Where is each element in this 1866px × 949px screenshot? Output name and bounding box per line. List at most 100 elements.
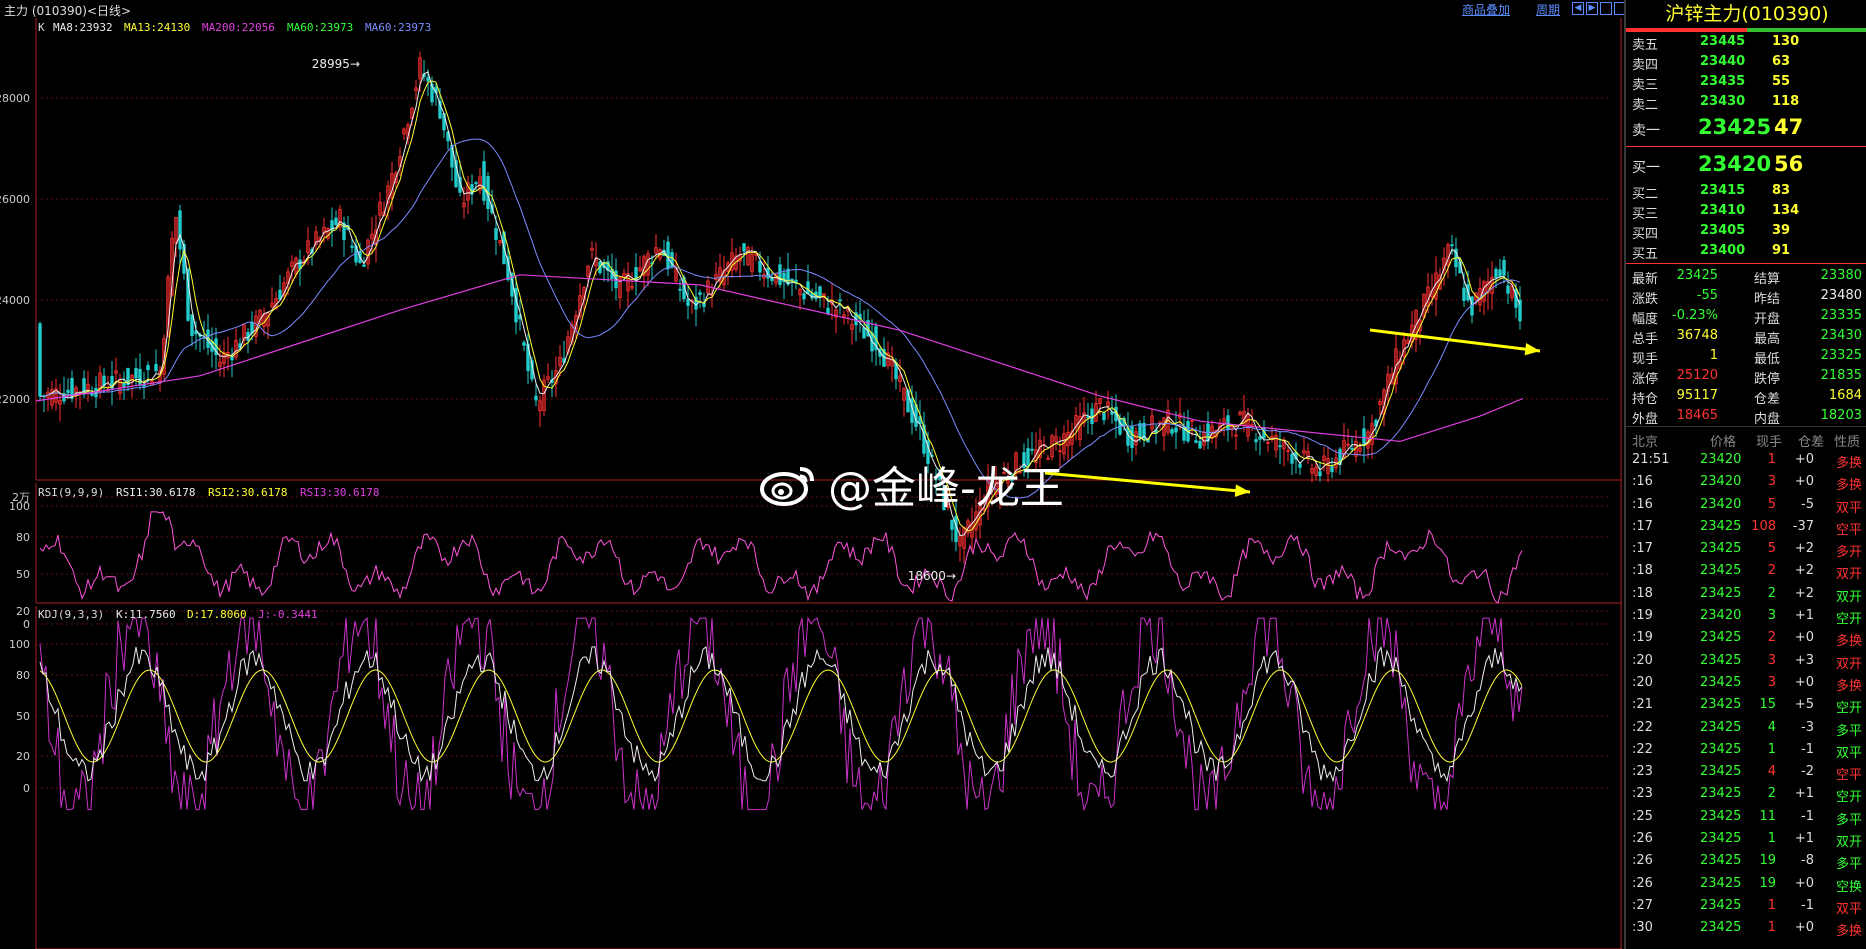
ask-level-label: 卖五 [1632, 38, 1659, 53]
ask-price: 23435 [1700, 74, 1746, 89]
tick-row[interactable]: :26 23425 19 +0 空换 [1626, 873, 1866, 895]
watermark-text: @金峰-龙王 [828, 463, 1064, 514]
candle-body [742, 243, 746, 252]
tick-row[interactable]: :27 23425 1 -1 双平 [1626, 895, 1866, 917]
kdj-j-line [39, 616, 1523, 812]
kdj-legend-item: KDJ(9,3,3) [38, 608, 104, 621]
tick-time: :30 [1632, 920, 1653, 936]
tick-time: :17 [1632, 518, 1653, 534]
period-link[interactable]: 周期 [1536, 1, 1560, 18]
trend-arrow-lower [1044, 471, 1251, 494]
candle-body [698, 292, 702, 295]
stat-label: 最新 [1632, 272, 1659, 287]
minimize-icon[interactable] [1600, 2, 1612, 15]
tick-row[interactable]: :22 23425 4 -3 多平 [1626, 717, 1866, 739]
tick-row[interactable]: :21 23425 15 +5 空开 [1626, 694, 1866, 716]
kdj-pane [39, 616, 1523, 812]
tick-row[interactable]: :16 23420 5 -5 双平 [1626, 494, 1866, 516]
candle-body [122, 383, 126, 388]
stat-value: 23425 [1676, 268, 1718, 283]
overlay-commodity-link[interactable]: 商品叠加 [1462, 1, 1510, 18]
tick-volume: 1 [1767, 920, 1776, 936]
tick-row[interactable]: :26 23425 1 +1 双开 [1626, 828, 1866, 850]
tick-volume: 2 [1767, 563, 1776, 579]
tick-type: 双平 [1836, 500, 1863, 516]
candle-body [1498, 269, 1502, 277]
tick-type: 空平 [1836, 522, 1863, 538]
bid-level-label: 买二 [1632, 187, 1659, 202]
tick-type: 多开 [1836, 545, 1863, 561]
tick-time: :20 [1632, 652, 1653, 668]
tick-row[interactable]: :19 23425 2 +0 多换 [1626, 627, 1866, 649]
tick-oi-change: -8 [1801, 853, 1814, 869]
tick-time: :26 [1632, 853, 1653, 869]
candle-body [66, 389, 70, 394]
tick-row[interactable]: :17 23425 5 +2 多开 [1626, 538, 1866, 560]
tick-row[interactable]: :22 23425 1 -1 双平 [1626, 739, 1866, 761]
tick-row[interactable]: 21:51 23420 1 +0 多换 [1626, 449, 1866, 471]
tick-row[interactable]: :25 23425 11 -1 多平 [1626, 806, 1866, 828]
tick-row[interactable]: :19 23420 3 +1 空开 [1626, 605, 1866, 627]
tick-volume: 2 [1767, 630, 1776, 646]
stat-value: -55 [1696, 288, 1718, 303]
tick-row[interactable]: :18 23425 2 +2 双开 [1626, 583, 1866, 605]
bid-price: 23420 [1698, 152, 1772, 176]
tick-volume: 1 [1767, 741, 1776, 757]
candle-body [154, 363, 158, 372]
tick-type: 多换 [1836, 678, 1863, 694]
tick-row[interactable]: :18 23425 2 +2 双开 [1626, 560, 1866, 582]
tick-type: 多换 [1836, 634, 1863, 650]
stat-label: 仓差 [1754, 392, 1781, 407]
stat-label: 外盘 [1632, 412, 1659, 427]
tick-row[interactable]: :17 23425 108 -37 空平 [1626, 516, 1866, 538]
candle-body [1330, 466, 1334, 473]
price-axis-label: 24000 [0, 294, 30, 307]
tick-row[interactable]: :20 23425 3 +3 双开 [1626, 650, 1866, 672]
tick-row[interactable]: :26 23425 19 -8 多平 [1626, 850, 1866, 872]
panel-title: 沪锌主力(010390) [1665, 3, 1829, 25]
tick-price: 23425 [1700, 920, 1742, 936]
kdj-legend-item: J:-0.3441 [258, 608, 318, 621]
stat-row: 现手 1 最低 23325 [1626, 346, 1866, 367]
bid-row: 买二 23415 83 [1626, 181, 1866, 202]
kdj-axis-label: 100 [9, 638, 30, 651]
candle-body [1494, 268, 1498, 278]
ask-row: 卖五 23445 130 [1626, 32, 1866, 53]
tick-row[interactable]: :23 23425 2 +1 空开 [1626, 783, 1866, 805]
tick-row[interactable]: :16 23420 3 +0 多换 [1626, 471, 1866, 493]
tick-row[interactable]: :20 23425 3 +0 多换 [1626, 672, 1866, 694]
tick-oi-change: -5 [1801, 496, 1814, 512]
candle-body [1462, 287, 1466, 301]
kdj-axis-label: 50 [16, 710, 30, 723]
prev-icon[interactable]: ◀ [1572, 2, 1584, 15]
ask-volume: 55 [1772, 74, 1791, 89]
candle-body [534, 395, 538, 401]
ma-legend-item: MA8:23932 [53, 21, 113, 34]
stat-label: 结算 [1754, 272, 1781, 287]
candle-body [474, 182, 478, 185]
rsi-axis-label: 0 [23, 618, 30, 631]
ticks-header-vol: 现手 [1756, 435, 1783, 450]
tick-list[interactable]: 21:51 23420 1 +0 多换:16 23420 3 +0 多换:16 23420 5 -5 双… [1626, 449, 1866, 940]
ask-level-label: 卖三 [1632, 78, 1659, 93]
tick-type: 多平 [1836, 812, 1863, 828]
tick-row[interactable]: :23 23425 4 -2 空平 [1626, 761, 1866, 783]
tick-price: 23425 [1700, 563, 1742, 579]
candle-body [802, 293, 806, 300]
candle-body [1506, 285, 1510, 294]
tick-row[interactable]: :30 23425 1 +0 多换 [1626, 917, 1866, 939]
tick-volume: 1 [1767, 897, 1776, 913]
candle-body [666, 241, 670, 270]
stat-row: 涨跌 -55 昨结 23480 [1626, 286, 1866, 307]
next-icon[interactable]: ▶ [1586, 2, 1598, 15]
weibo-icon [760, 467, 814, 506]
ask-volume: 47 [1774, 115, 1804, 139]
candle-body [1174, 427, 1178, 433]
candle-body [494, 228, 498, 240]
ma-legend-item: MA60:23973 [365, 21, 431, 34]
candle-body [426, 77, 430, 82]
candle-body [350, 245, 354, 248]
stat-row: 外盘 18465 内盘 18203 [1626, 406, 1866, 427]
candle-body [138, 368, 142, 386]
stat-value: 23430 [1820, 328, 1862, 343]
